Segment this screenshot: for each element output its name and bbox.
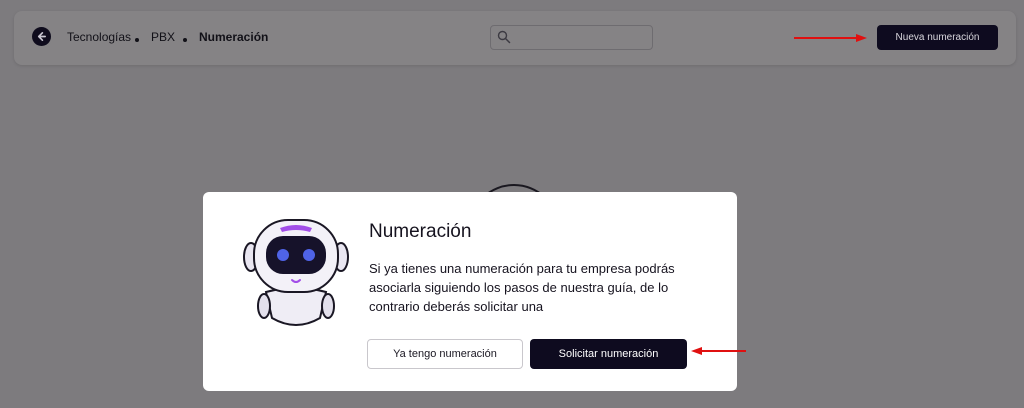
breadcrumb-separator bbox=[135, 38, 139, 42]
robot-icon bbox=[243, 219, 349, 326]
annotation-arrow bbox=[794, 37, 856, 39]
breadcrumb-separator bbox=[183, 38, 187, 42]
breadcrumb-item-tecnologias[interactable]: Tecnologías bbox=[67, 30, 131, 44]
modal-description: Si ya tienes una numeración para tu empr… bbox=[369, 261, 675, 314]
arrow-left-icon bbox=[37, 32, 46, 41]
search-input[interactable] bbox=[490, 25, 653, 50]
annotation-arrow bbox=[702, 350, 746, 352]
breadcrumb-item-pbx[interactable]: PBX bbox=[151, 30, 175, 44]
breadcrumb-item-current: Numeración bbox=[199, 30, 269, 44]
back-button[interactable] bbox=[32, 27, 51, 46]
annotation-arrow-head bbox=[856, 34, 867, 42]
already-have-numbering-button[interactable]: Ya tengo numeración bbox=[367, 339, 523, 369]
new-numbering-button[interactable]: Nueva numeración bbox=[877, 25, 998, 50]
modal-title: Numeración bbox=[369, 221, 472, 242]
search-icon bbox=[497, 30, 511, 44]
annotation-arrow-head bbox=[691, 347, 702, 355]
request-numbering-button[interactable]: Solicitar numeración bbox=[530, 339, 687, 369]
